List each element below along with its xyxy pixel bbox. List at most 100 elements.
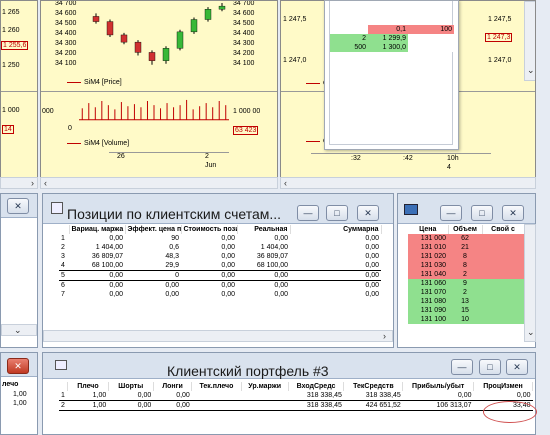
price-tick: 34 500 <box>233 20 255 27</box>
column-header <box>59 382 69 391</box>
maximize-button[interactable]: □ <box>471 205 493 221</box>
table-row[interactable]: 5 0,00 0 0,00 0,00 0,00 <box>59 270 381 281</box>
orderbook-row[interactable]: 131 100 10 <box>408 315 524 324</box>
left-window-fragment[interactable]: ✕ ⌄ <box>0 193 38 348</box>
table-row[interactable]: 1 0,00 90 0,00 0,00 0,00 <box>59 234 381 243</box>
right-chart-vscroll[interactable]: ⌄ <box>524 1 535 81</box>
table-cell: 0,00 <box>108 400 154 411</box>
orderbook-price: 131 070 <box>408 288 448 297</box>
quote-size: 500 <box>330 43 368 52</box>
table-cell: 0,00 <box>153 400 192 411</box>
column-header: ПроцИзмен <box>473 382 533 391</box>
close-button[interactable]: ✕ <box>7 198 29 214</box>
quote-row[interactable]: 21 299,9 <box>330 34 454 43</box>
minimize-button[interactable]: — <box>451 359 473 375</box>
positions-hscroll[interactable]: › <box>43 330 393 342</box>
table-cell: 0,00 <box>365 244 379 251</box>
table-row[interactable]: 3 36 809,07 48,3 0,00 36 809,07 0,00 <box>59 252 381 261</box>
candle-body <box>190 19 198 33</box>
portfolio-table: Плечо Шорты Лонги Тек.плечо Ур.маржи ВходСред… <box>59 382 533 411</box>
minimize-icon: — <box>457 362 467 372</box>
price-tick: 1 247,5 <box>488 16 512 23</box>
orderbook-volume: 21 <box>448 243 482 252</box>
table-cell: 36 809,07 <box>91 253 123 260</box>
orderbook-own <box>482 315 524 324</box>
table-cell: 0,00 <box>176 392 190 399</box>
close-button[interactable]: ✕ <box>502 205 524 221</box>
table-cell: 0,00 <box>221 253 235 260</box>
table-cell: 48,3 <box>165 253 179 260</box>
legend-line-icon <box>67 81 81 83</box>
orderbook-row[interactable]: 131 010 21 <box>408 243 524 252</box>
scroll-right-icon[interactable]: › <box>383 331 386 341</box>
orderbook-own <box>482 270 524 279</box>
positions-window[interactable]: Позиции по клиентским счетам... — □ ✕ Ва… <box>42 193 394 348</box>
orderbook-row[interactable]: 131 080 13 <box>408 297 524 306</box>
table-row[interactable]: 2 1,00 0,00 0,00 318 338,45 424 651,52 106 313… <box>59 400 533 411</box>
column-header: Цена <box>408 225 449 234</box>
orderbook-volume: 13 <box>448 297 482 306</box>
price-tick: 34 300 <box>233 40 255 47</box>
quote-row[interactable]: 0,1 100 <box>330 25 454 34</box>
maximize-icon: □ <box>334 208 340 218</box>
volume-plot <box>79 99 229 121</box>
quote-row[interactable]: 500 1 300,0 <box>330 43 454 52</box>
table-cell: 0,00 <box>365 253 379 260</box>
orderbook-row[interactable]: 131 030 8 <box>408 261 524 270</box>
orderbook-price: 131 040 <box>408 270 448 279</box>
table-row[interactable]: 7 0,00 0,00 0,00 0,00 0,00 <box>59 290 381 299</box>
close-icon: ✕ <box>14 361 22 371</box>
center-chart-pane[interactable]: 34 700 34 600 34 500 34 400 34 300 34 20… <box>40 0 278 178</box>
orderbook-vscroll[interactable]: ⌄ <box>524 224 536 342</box>
right-chart-scrollbar[interactable]: ‹ <box>280 177 536 189</box>
close-button[interactable]: ✕ <box>357 205 379 221</box>
center-chart-scrollbar[interactable]: ‹ <box>40 177 278 189</box>
scroll-down-icon[interactable]: ⌄ <box>14 325 22 336</box>
table-row[interactable]: 1 1,00 0,00 0,00 318 338,45 318 338,45 0,00 0,0… <box>59 391 533 401</box>
orderbook-price: 131 100 <box>408 315 448 324</box>
minimize-button[interactable]: — <box>297 205 319 221</box>
portfolio-window[interactable]: Клиентский портфель #3 — □ ✕ Плечо Шорты Л… <box>42 352 537 435</box>
orderbook-price: 131 030 <box>408 261 448 270</box>
time-label: :32 <box>351 155 361 162</box>
maximize-button[interactable]: □ <box>326 205 348 221</box>
orderbook-row[interactable]: 131 020 8 <box>408 252 524 261</box>
scroll-left-icon[interactable]: ‹ <box>44 178 47 188</box>
volume-tick: 1 000 00 <box>233 108 261 115</box>
table-cell: 106 313,07 <box>402 400 474 411</box>
orderbook-row[interactable]: 131 040 2 <box>408 270 524 279</box>
table-cell: 1 <box>61 392 65 399</box>
scroll-down-icon[interactable]: ⌄ <box>527 327 535 338</box>
orderbook-row[interactable]: 131 000 62 <box>408 234 524 243</box>
table-cell: 0,00 <box>221 262 235 269</box>
table-cell: 0,00 <box>274 235 288 242</box>
close-button[interactable]: ✕ <box>506 359 528 375</box>
window-app-icon <box>51 202 63 214</box>
price-area: 34 700 34 600 34 500 34 400 34 300 34 20… <box>41 1 277 91</box>
maximize-button[interactable]: □ <box>479 359 501 375</box>
table-cell: 0,00 <box>165 291 179 298</box>
orderbook-row[interactable]: 131 090 15 <box>408 306 524 315</box>
left-chart-pane[interactable]: 1 265 1 260 1 255,6 1 250 1 000 14 <box>0 0 38 178</box>
table-row[interactable]: 6 0,00 0,00 0,00 0,00 0,00 <box>59 281 381 291</box>
orderbook-row[interactable]: 131 060 9 <box>408 279 524 288</box>
scroll-left-icon[interactable]: ‹ <box>284 178 287 188</box>
table-cell: 3 <box>61 253 65 260</box>
scroll-down-icon[interactable]: ⌄ <box>527 65 535 76</box>
orderbook-window[interactable]: — □ ✕ Цена Объем Свой с 131 000 62 131 010 21… <box>397 193 536 348</box>
candle-body <box>204 9 212 20</box>
table-cell: 0,00 <box>365 235 379 242</box>
scroll-right-icon[interactable]: › <box>31 178 34 188</box>
orderbook-row[interactable]: 131 070 2 <box>408 288 524 297</box>
table-row[interactable]: 2 1 404,00 0,6 0,00 1 404,00 0,00 <box>59 243 381 252</box>
volume-tick: 1 000 <box>2 107 20 114</box>
close-button[interactable]: ✕ <box>7 358 29 374</box>
quotes-popup[interactable]: 0,1 100 2 1 299,9 500 1 300,0 <box>324 0 459 150</box>
volume-value-label: 14 <box>2 125 14 134</box>
left-fragment-scrollbar[interactable]: ⌄ <box>1 324 37 336</box>
left-chart-scrollbar[interactable]: › <box>0 177 38 189</box>
price-tick: 1 260 <box>2 27 20 34</box>
table-row[interactable]: 4 68 100,00 29,9 0,00 68 100,00 0,00 <box>59 261 381 271</box>
minimize-button[interactable]: — <box>440 205 462 221</box>
bottom-left-window-fragment[interactable]: ✕ лечо 1,00 1,00 <box>0 352 38 435</box>
